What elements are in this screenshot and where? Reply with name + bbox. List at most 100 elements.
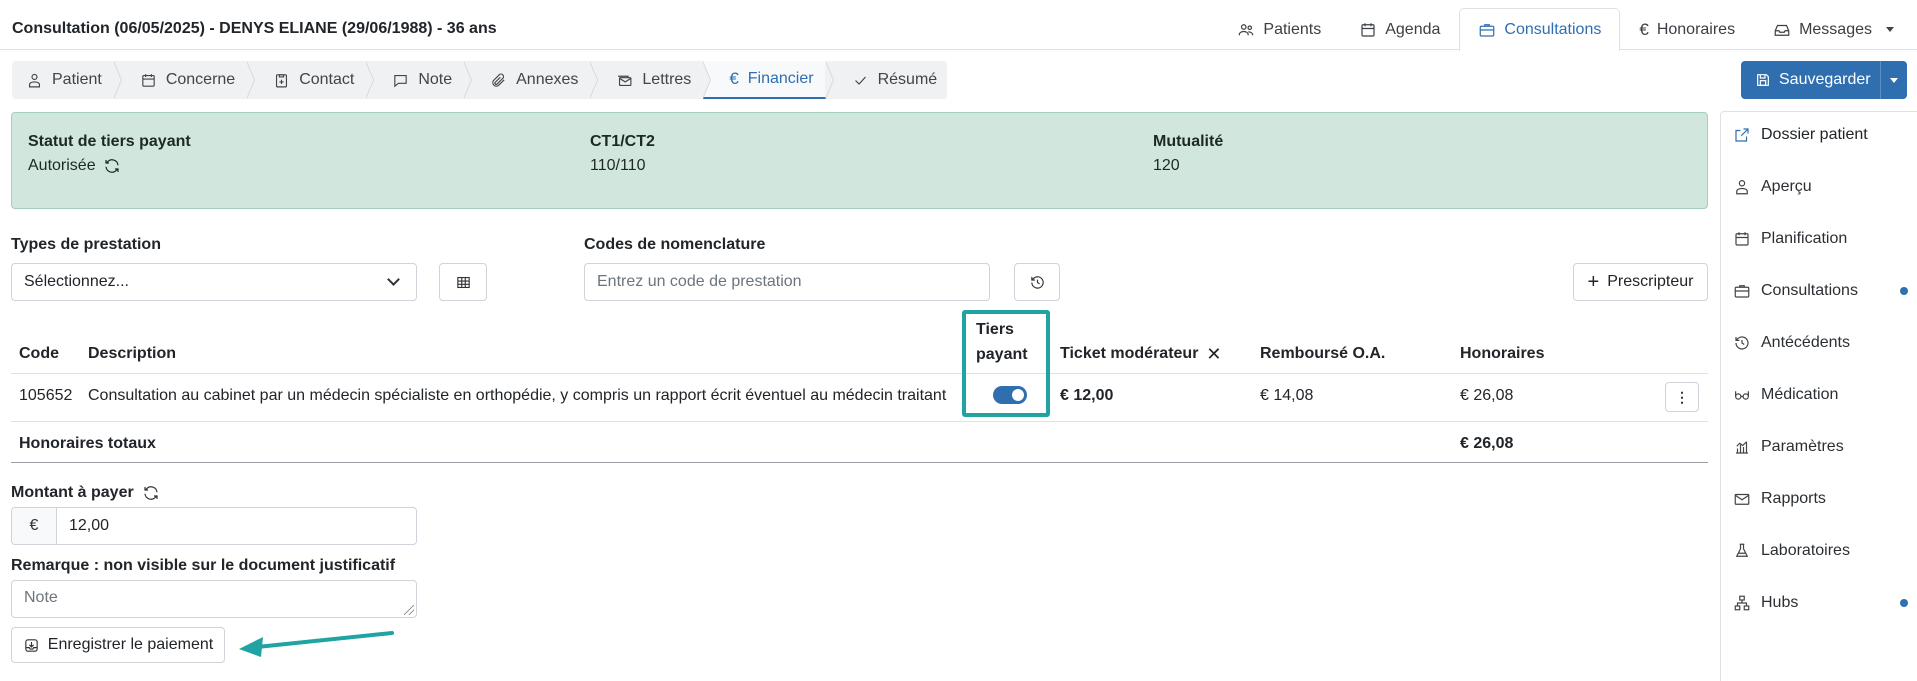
tab-contact[interactable]: Contact: [247, 61, 375, 99]
table-icon: [456, 276, 470, 288]
sidebar-item-label: Médication: [1761, 386, 1839, 403]
external-link-icon: [1735, 128, 1749, 142]
briefcase-icon: [1480, 24, 1495, 37]
envelopes-icon: [618, 75, 632, 86]
nav-label: Agenda: [1385, 20, 1441, 38]
prescripteur-label: Prescripteur: [1607, 273, 1694, 290]
chevron-down-icon: [387, 273, 400, 286]
table-divider: [11, 373, 1708, 374]
row-description: Consultation au cabinet par un médecin s…: [88, 387, 947, 404]
sidebar-item-label: Hubs: [1761, 594, 1799, 611]
sidebar-item-dossier-patient[interactable]: Dossier patient: [1733, 122, 1908, 148]
tiers-payant-status-panel: Statut de tiers payant Autorisée CT1/CT2…: [11, 112, 1708, 209]
inbox-icon: [1774, 24, 1790, 36]
briefcase-icon: [1734, 285, 1750, 298]
amount-value[interactable]: 12,00: [57, 517, 109, 535]
sidebar-item-antecedents[interactable]: Antécédents: [1733, 330, 1908, 356]
tab-resume[interactable]: Résumé: [826, 61, 948, 99]
nav-messages[interactable]: Messages: [1754, 8, 1917, 50]
resize-handle-icon[interactable]: [404, 605, 414, 615]
sidebar-item-rapports[interactable]: Rapports: [1733, 486, 1908, 512]
nav-honoraires[interactable]: € Honoraires: [1620, 8, 1754, 50]
step-tabs: Patient Concerne Contact Note Annexes Le…: [12, 61, 948, 99]
save-main[interactable]: Sauvegarder: [1741, 61, 1881, 99]
download-tray-icon: [25, 638, 38, 652]
sidebar-item-hubs[interactable]: Hubs: [1733, 590, 1908, 616]
row-ticket: € 12,00: [1060, 387, 1114, 404]
save-label: Sauvegarder: [1779, 71, 1871, 88]
chevron-down-icon: [1886, 27, 1894, 32]
row-rembourse: € 14,08: [1260, 387, 1314, 404]
notification-dot: [1900, 287, 1908, 295]
sidebar-item-apercu[interactable]: Aperçu: [1733, 174, 1908, 200]
row-actions-button[interactable]: ⋮: [1665, 382, 1699, 412]
status-value: Autorisée: [28, 157, 191, 175]
nav-label: Patients: [1263, 20, 1322, 38]
remark-label: Remarque : non visible sur le document j…: [11, 557, 396, 574]
person-icon: [1736, 180, 1748, 195]
status-tiers: Statut de tiers payant Autorisée: [28, 133, 191, 175]
types-select[interactable]: Sélectionnez...: [11, 263, 417, 301]
row-honoraires: € 26,08: [1460, 387, 1514, 404]
tab-patient[interactable]: Patient: [12, 61, 122, 99]
nav-consultations[interactable]: Consultations: [1459, 8, 1621, 51]
status-label: Statut de tiers payant: [28, 133, 191, 150]
flask-icon: [1735, 543, 1749, 557]
note-placeholder: Note: [24, 589, 58, 606]
refresh-icon[interactable]: [103, 157, 121, 175]
save-payment-label: Enregistrer le paiement: [47, 636, 214, 653]
tab-lettres[interactable]: Lettres: [590, 61, 712, 99]
history-button[interactable]: [1014, 263, 1060, 301]
col-ticket: Ticket modérateur ✕: [1060, 343, 1222, 365]
chat-icon: [394, 74, 408, 87]
save-payment-button[interactable]: Enregistrer le paiement: [11, 627, 225, 663]
status-mutualite: Mutualité 120: [1153, 133, 1223, 175]
total-label: Honoraires totaux: [19, 435, 156, 452]
nav-agenda[interactable]: Agenda: [1340, 8, 1459, 50]
table-divider: [11, 462, 1708, 463]
note-textarea[interactable]: Note: [11, 580, 417, 618]
sidebar-item-label: Rapports: [1761, 490, 1826, 507]
tab-label: Concerne: [165, 71, 236, 88]
sidebar-item-medication[interactable]: Médication: [1733, 382, 1908, 408]
sidebar-item-parametres[interactable]: Paramètres: [1733, 434, 1908, 460]
sidebar-item-consultations[interactable]: Consultations: [1733, 278, 1908, 304]
kebab-icon: ⋮: [1675, 389, 1689, 405]
check-icon: [854, 76, 866, 85]
save-dropdown-toggle[interactable]: [1881, 61, 1907, 99]
sidebar-item-planification[interactable]: Planification: [1733, 226, 1908, 252]
status-value: 110/110: [590, 157, 646, 174]
refresh-icon[interactable]: [142, 484, 160, 502]
tab-concerne[interactable]: Concerne: [114, 61, 256, 99]
euro-icon: €: [1639, 19, 1649, 39]
sidebar-item-label: Consultations: [1761, 282, 1858, 299]
sidebar-item-label: Planification: [1761, 230, 1848, 247]
tab-financier[interactable]: € Financier: [703, 61, 834, 99]
history-icon: [1030, 275, 1044, 289]
table-view-button[interactable]: [439, 263, 487, 301]
close-icon[interactable]: ✕: [1206, 343, 1221, 365]
types-label: Types de prestation: [11, 236, 161, 253]
notification-dot: [1900, 599, 1908, 607]
person-icon: [28, 73, 41, 87]
code-input[interactable]: Entrez un code de prestation: [584, 263, 990, 301]
save-button[interactable]: Sauvegarder: [1741, 61, 1907, 99]
tab-annexes[interactable]: Annexes: [464, 61, 599, 99]
tab-note[interactable]: Note: [366, 61, 472, 99]
total-value: € 26,08: [1460, 435, 1514, 452]
codes-label: Codes de nomenclature: [584, 236, 766, 253]
users-icon: [1239, 23, 1254, 35]
calendar-icon: [142, 73, 155, 87]
status-ct: CT1/CT2 110/110: [590, 133, 655, 175]
sidebar-item-laboratoires[interactable]: Laboratoires: [1733, 538, 1908, 564]
annotation-arrow-icon: [239, 631, 394, 657]
nav-patients[interactable]: Patients: [1218, 8, 1340, 50]
sidebar-item-label: Laboratoires: [1761, 542, 1850, 559]
main-nav: Patients Agenda Consultations € Honorair…: [1218, 8, 1917, 51]
col-ticket-label: Ticket modérateur: [1060, 345, 1199, 362]
tab-label: Annexes: [516, 71, 579, 88]
prescripteur-button[interactable]: + Prescripteur: [1573, 263, 1708, 301]
chevron-down-icon: [1890, 77, 1898, 83]
floppy-icon: [1757, 74, 1769, 86]
amount-input[interactable]: € 12,00: [11, 507, 417, 545]
